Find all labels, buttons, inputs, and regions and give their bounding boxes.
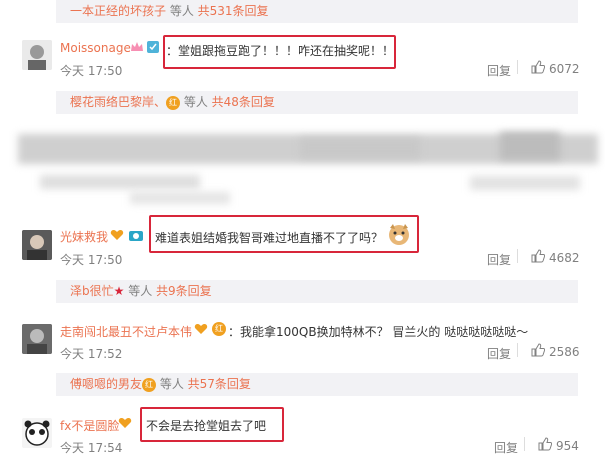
like-count: 2586 [549,345,580,359]
camera-icon [128,228,144,245]
subreply-suffix: 等人 [156,377,188,391]
comment-text: ：我能拿100QB换加特林不？ 冒兰火的 哒哒哒哒哒哒～ [228,325,529,339]
subreply-bar[interactable]: 傅嗯嗯的男友红 等人 共57条回复 [56,373,578,396]
like-count: 954 [556,439,579,453]
comment-username[interactable]: fx不是圆脸 [60,417,119,434]
avatar-image [22,40,52,70]
subreply-name[interactable]: 泽b很忙 [70,284,114,298]
reply-button[interactable]: 回复 [494,439,518,456]
subreply-count[interactable]: 共9条回复 [156,284,212,298]
avatar[interactable] [22,418,52,448]
avatar-image [22,324,52,354]
subreply-bar[interactable]: 泽b很忙★ 等人 共9条回复 [56,280,578,303]
avatar[interactable] [22,324,52,354]
comment-username[interactable]: 走南闯北最丑不过卢本伟 [60,323,192,340]
subreply-name[interactable]: 樱花雨络巴黎岸、 [70,95,166,109]
avatar-image [22,230,52,260]
subreply-suffix: 等人 [180,95,212,109]
subreply-count[interactable]: 共531条回复 [198,4,269,18]
subreply-count[interactable]: 共48条回复 [212,95,275,109]
thumbs-up-icon[interactable] [531,343,546,360]
reply-button[interactable]: 回复 [487,345,511,362]
like-count: 6072 [549,62,580,76]
comment-username[interactable]: Moissonage [60,41,131,55]
vip-badge-icon: 红 [166,95,181,110]
divider [517,60,518,74]
avatar-image [22,418,52,448]
reply-button[interactable]: 回复 [487,62,511,79]
medal-icon [146,40,160,54]
subreply-bar[interactable]: 一本正经的坏孩子 等人 共531条回复 [56,0,578,23]
comment-username[interactable]: 光妹救我 [60,228,108,245]
divider [517,249,518,263]
subreply-name[interactable]: 一本正经的坏孩子 [70,4,166,18]
comment-text: 不会是去抢堂姐去了吧 [146,419,267,433]
crown-icon [130,41,144,53]
reply-button[interactable]: 回复 [487,251,511,268]
avatar[interactable] [22,40,52,70]
star-icon: ★ [113,284,125,298]
subreply-suffix: 等人 [166,4,198,18]
thumbs-up-icon[interactable] [531,249,546,266]
thumbs-up-icon[interactable] [531,60,546,78]
comment-time: 今天 17:54 [60,441,123,455]
heart-badge-icon [118,416,132,433]
avatar[interactable] [22,230,52,260]
comment-time: 今天 17:50 [60,253,123,267]
comment-time: 今天 17:52 [60,347,123,361]
comment-time: 今天 17:50 [60,64,123,78]
subreply-name[interactable]: 傅嗯嗯的男友 [70,377,142,391]
doge-emoji-icon [387,222,411,249]
divider [524,437,525,451]
heart-badge-icon [110,228,124,245]
subreply-suffix: 等人 [124,284,157,298]
thumbs-up-icon[interactable] [538,437,553,454]
like-count: 4682 [549,251,580,265]
comment-text: ：堂姐跟拖豆跑了！！！咋还在抽奖呢！！ [166,44,395,58]
divider [517,343,518,357]
comment-text: 难道表姐结婚我智哥难过地直播不了了吗？ [155,231,384,245]
vip-badge-icon: 红 [212,322,226,336]
heart-badge-icon [194,322,208,339]
vip-badge-icon: 红 [142,377,157,392]
subreply-bar[interactable]: 樱花雨络巴黎岸、红 等人 共48条回复 [56,91,578,114]
subreply-count[interactable]: 共57条回复 [188,377,251,391]
